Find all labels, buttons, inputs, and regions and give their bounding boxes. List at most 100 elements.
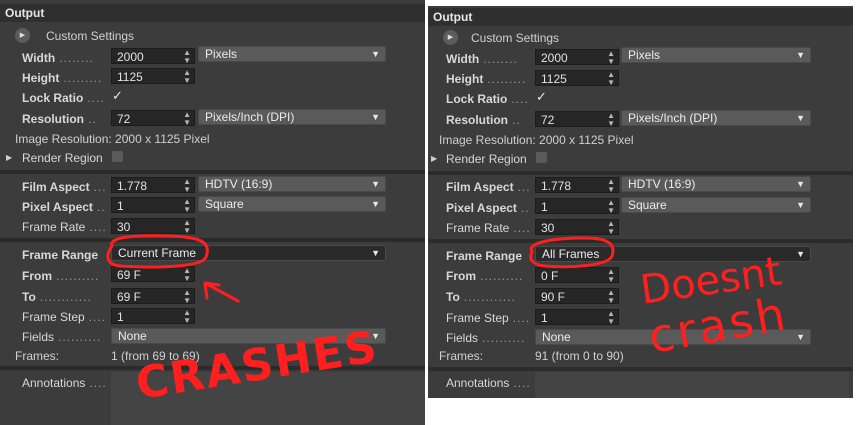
image-resolution-text: Image Resolution: 2000 x 1125 Pixel xyxy=(439,133,634,147)
from-input[interactable]: 69 F ▲ ▼ xyxy=(111,266,195,283)
film-aspect-dropdown[interactable]: HDTV (16:9) ▼ xyxy=(198,176,386,192)
pixel-aspect-label: Pixel Aspect.. xyxy=(22,200,106,214)
lock-ratio-label: Lock Ratio.... xyxy=(446,92,529,106)
spinner-arrows-icon[interactable]: ▲ ▼ xyxy=(607,178,615,194)
frame-rate-input[interactable]: 30 ▲ ▼ xyxy=(111,218,195,235)
frame-step-label: Frame Step.... xyxy=(446,311,531,325)
resolution-unit-dropdown[interactable]: Pixels/Inch (DPI) ▼ xyxy=(198,109,386,125)
film-aspect-input[interactable]: 1.778 ▲ ▼ xyxy=(111,177,195,194)
height-label: Height......... xyxy=(22,71,103,85)
expand-triangle-icon[interactable]: ▶ xyxy=(6,153,12,162)
width-label: Width........ xyxy=(22,51,94,65)
spinner-arrows-icon[interactable]: ▲ ▼ xyxy=(607,199,615,215)
chevron-down-icon: ▼ xyxy=(371,179,380,189)
pixel-aspect-label: Pixel Aspect.. xyxy=(446,201,530,215)
to-input[interactable]: 69 F ▲ ▼ xyxy=(111,288,195,305)
chevron-down-icon: ▼ xyxy=(796,332,805,342)
annotations-label: Annotations.... xyxy=(446,376,531,390)
chevron-down-icon: ▼ xyxy=(796,50,805,60)
render-region-checkbox[interactable] xyxy=(112,151,123,162)
spinner-arrows-icon[interactable]: ▲ ▼ xyxy=(183,309,191,325)
to-input[interactable]: 90 F ▲ ▼ xyxy=(535,288,619,305)
lock-ratio-checkbox[interactable]: ✓ xyxy=(112,88,123,104)
spinner-arrows-icon[interactable]: ▲ ▼ xyxy=(183,69,191,85)
divider xyxy=(428,171,853,175)
from-label: From.......... xyxy=(446,269,524,283)
image-resolution-text: Image Resolution: 2000 x 1125 Pixel xyxy=(15,132,210,146)
frame-range-dropdown[interactable]: Current Frame ▼ xyxy=(111,245,386,261)
panel-title: Output xyxy=(0,4,425,22)
chevron-down-icon: ▼ xyxy=(796,249,805,259)
frame-range-label: Frame Range xyxy=(446,249,523,263)
spinner-arrows-icon[interactable]: ▲ ▼ xyxy=(183,111,191,127)
frame-step-input[interactable]: 1 ▲ ▼ xyxy=(111,308,195,325)
play-toggle-icon[interactable]: ▶ xyxy=(15,28,30,43)
frame-rate-label: Frame Rate.... xyxy=(446,221,531,235)
lock-ratio-checkbox[interactable]: ✓ xyxy=(536,89,547,105)
frame-step-input[interactable]: 1 ▲ ▼ xyxy=(535,309,619,326)
resolution-label: Resolution.. xyxy=(446,113,521,127)
chevron-down-icon: ▼ xyxy=(796,113,805,123)
spinner-arrows-icon[interactable]: ▲ ▼ xyxy=(607,268,615,284)
fields-label: Fields.......... xyxy=(446,331,526,345)
spinner-arrows-icon[interactable]: ▲ ▼ xyxy=(183,198,191,214)
pixel-aspect-input[interactable]: 1 ▲ ▼ xyxy=(535,198,619,215)
resolution-unit-dropdown[interactable]: Pixels/Inch (DPI) ▼ xyxy=(621,110,811,126)
spinner-arrows-icon[interactable]: ▲ ▼ xyxy=(607,71,615,87)
play-toggle-icon[interactable]: ▶ xyxy=(443,30,458,45)
render-region-checkbox[interactable] xyxy=(536,152,547,163)
chevron-down-icon: ▼ xyxy=(371,248,380,258)
divider xyxy=(0,170,425,174)
fields-label: Fields.......... xyxy=(22,330,102,344)
film-aspect-input[interactable]: 1.778 ▲ ▼ xyxy=(535,177,619,194)
annotations-label: Annotations.... xyxy=(22,376,107,390)
spinner-arrows-icon[interactable]: ▲ ▼ xyxy=(607,220,615,236)
frame-rate-input[interactable]: 30 ▲ ▼ xyxy=(535,219,619,236)
custom-settings-label: Custom Settings xyxy=(46,29,135,43)
chevron-down-icon: ▼ xyxy=(371,112,380,122)
pixel-aspect-dropdown[interactable]: Square ▼ xyxy=(198,196,386,212)
spinner-arrows-icon[interactable]: ▲ ▼ xyxy=(183,219,191,235)
resolution-input[interactable]: 72 ▲ ▼ xyxy=(535,111,619,128)
width-input[interactable]: 2000 ▲ ▼ xyxy=(111,48,195,65)
height-input[interactable]: 1125 ▲ ▼ xyxy=(535,70,619,87)
spinner-arrows-icon[interactable]: ▲ ▼ xyxy=(183,178,191,194)
spinner-arrows-icon[interactable]: ▲ ▼ xyxy=(607,50,615,66)
to-label: To............ xyxy=(22,290,92,304)
spinner-arrows-icon[interactable]: ▲ ▼ xyxy=(183,289,191,305)
frame-rate-label: Frame Rate.... xyxy=(22,220,107,234)
height-input[interactable]: 1125 ▲ ▼ xyxy=(111,68,195,85)
to-label: To............ xyxy=(446,290,516,304)
chevron-down-icon: ▼ xyxy=(796,179,805,189)
pixel-aspect-input[interactable]: 1 ▲ ▼ xyxy=(111,197,195,214)
from-input[interactable]: 0 F ▲ ▼ xyxy=(535,267,619,284)
spinner-arrows-icon[interactable]: ▲ ▼ xyxy=(607,289,615,305)
annotations-textarea[interactable] xyxy=(535,372,849,398)
width-input[interactable]: 2000 ▲ ▼ xyxy=(535,49,619,66)
frames-label: Frames: xyxy=(15,349,60,363)
frames-label: Frames: xyxy=(439,349,484,363)
chevron-down-icon: ▼ xyxy=(371,49,380,59)
expand-triangle-icon[interactable]: ▶ xyxy=(431,154,437,163)
film-aspect-label: Film Aspect... xyxy=(22,180,107,194)
spinner-arrows-icon[interactable]: ▲ ▼ xyxy=(183,49,191,65)
render-region-label: Render Region xyxy=(22,151,103,165)
spinner-arrows-icon[interactable]: ▲ ▼ xyxy=(183,267,191,283)
frame-range-label: Frame Range xyxy=(22,248,99,262)
spinner-arrows-icon[interactable]: ▲ ▼ xyxy=(607,112,615,128)
divider xyxy=(428,367,853,371)
film-aspect-dropdown[interactable]: HDTV (16:9) ▼ xyxy=(621,176,811,192)
film-aspect-label: Film Aspect... xyxy=(446,180,531,194)
panel-title: Output xyxy=(428,8,853,26)
pixel-aspect-dropdown[interactable]: Square ▼ xyxy=(621,197,811,213)
resolution-input[interactable]: 72 ▲ ▼ xyxy=(111,110,195,127)
width-unit-dropdown[interactable]: Pixels ▼ xyxy=(621,47,811,63)
width-label: Width........ xyxy=(446,52,518,66)
custom-settings-label: Custom Settings xyxy=(471,31,560,45)
resolution-label: Resolution.. xyxy=(22,112,97,126)
lock-ratio-label: Lock Ratio.... xyxy=(22,91,105,105)
width-unit-dropdown[interactable]: Pixels ▼ xyxy=(198,46,386,62)
divider xyxy=(428,239,853,243)
height-label: Height......... xyxy=(446,72,527,86)
spinner-arrows-icon[interactable]: ▲ ▼ xyxy=(607,310,615,326)
